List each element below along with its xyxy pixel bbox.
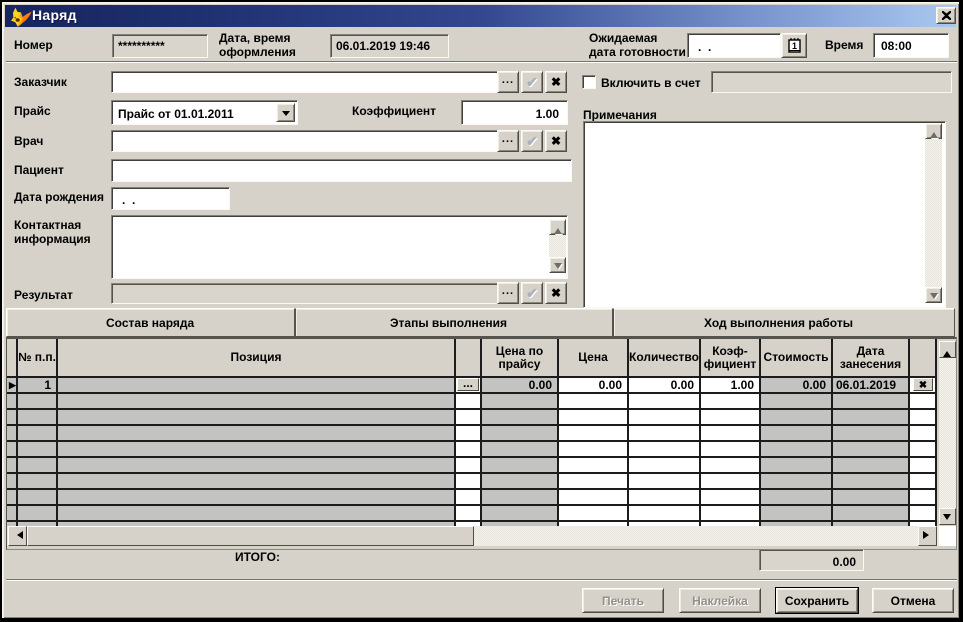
svg-text:1: 1 [791, 41, 796, 51]
